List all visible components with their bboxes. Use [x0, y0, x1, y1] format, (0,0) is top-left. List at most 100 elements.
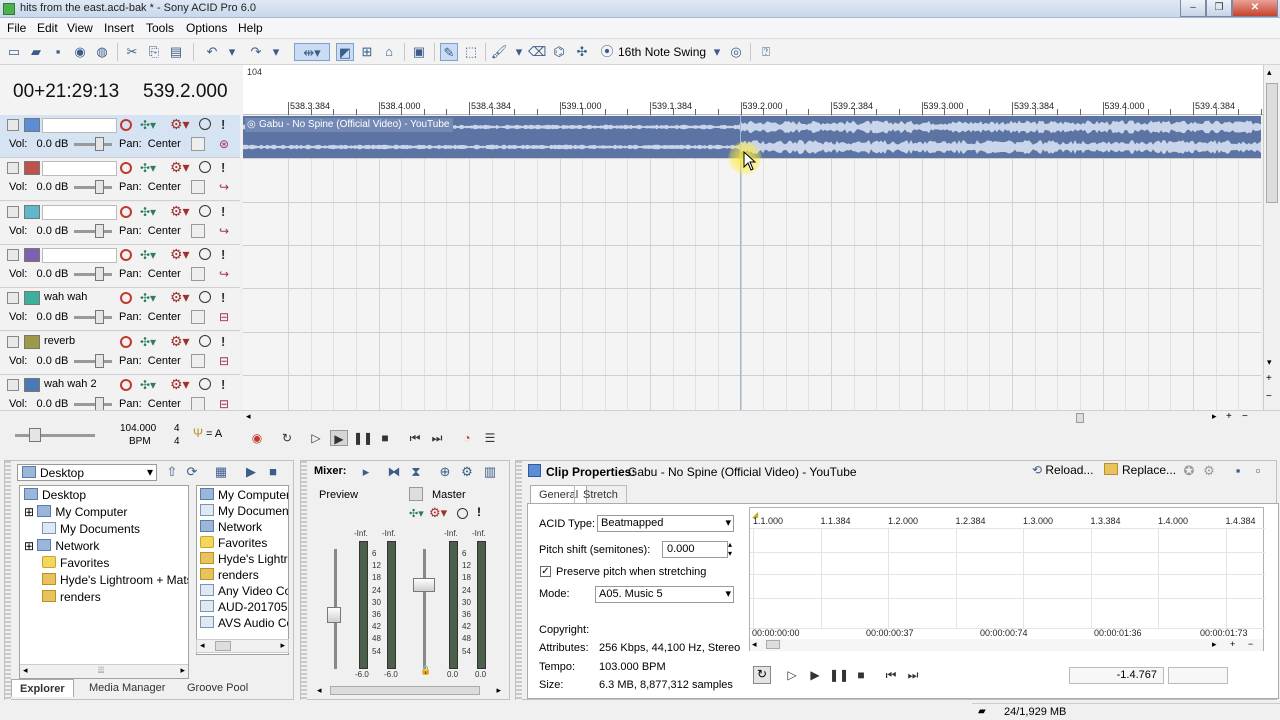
- file-list-item[interactable]: Hyde's Lightroom: [200, 552, 288, 566]
- mixer-narrow-icon[interactable]: ⧓: [385, 463, 403, 481]
- tree-item-my-documents[interactable]: My Documents: [42, 522, 140, 536]
- minus-box-icon[interactable]: ⊟: [219, 310, 229, 324]
- mute-icon[interactable]: [199, 118, 211, 130]
- minus-box-icon[interactable]: ⊟: [219, 354, 229, 368]
- zoom-in-vertical-icon[interactable]: +: [1266, 373, 1272, 384]
- clip-edit-icon[interactable]: ⚙: [1200, 462, 1218, 480]
- mixing-console-icon[interactable]: ☰: [481, 430, 499, 446]
- track-name-field[interactable]: wah wah: [42, 291, 117, 306]
- track-name-field[interactable]: [42, 204, 117, 220]
- menu-file[interactable]: File: [7, 21, 26, 35]
- reload-button[interactable]: ⟲ Reload...: [1032, 463, 1093, 477]
- mute-icon[interactable]: [199, 247, 211, 260]
- track-fx-icon[interactable]: ✣▾: [140, 335, 156, 349]
- play-icon[interactable]: ▶: [330, 430, 348, 446]
- tempo-value[interactable]: 104.000: [120, 423, 156, 434]
- track-header[interactable]: ✣▾ ⚙▾! Vol: 0.0 dB Pan: Center ↪: [0, 158, 240, 202]
- zoom-in-horizontal-icon[interactable]: +: [1226, 411, 1232, 422]
- track-header[interactable]: ✣▾ ⚙▾! Vol: 0.0 dB Pan: Center ↪: [0, 244, 240, 288]
- track-header[interactable]: ✣▾ ⚙▾! Vol: 0.0 dB Pan: Center ↪: [0, 201, 240, 245]
- clip-beatmap-graph[interactable]: ◢ 1.1.000 1.1.384 1.2.000 1.2.384 1.3.000 1.3…: [749, 507, 1265, 651]
- explorer-stop-icon[interactable]: ■: [264, 463, 282, 481]
- tab-groove-pool[interactable]: Groove Pool: [179, 679, 256, 697]
- time-signature-top[interactable]: 4: [174, 423, 180, 434]
- render-icon[interactable]: ◉: [71, 43, 89, 61]
- file-list-item[interactable]: renders: [200, 568, 259, 582]
- menu-edit[interactable]: Edit: [37, 21, 58, 35]
- envelope-tool-icon[interactable]: ⌬: [550, 43, 568, 61]
- paste-icon[interactable]: ▤: [167, 43, 185, 61]
- draw-tool-icon[interactable]: ✎: [440, 43, 458, 61]
- track-color-swatch[interactable]: [24, 118, 40, 132]
- refresh-icon[interactable]: ⟳: [183, 463, 201, 481]
- track-fx-icon[interactable]: ✣▾: [140, 248, 156, 262]
- track-name-field[interactable]: [42, 247, 117, 263]
- tree-item-my-computer[interactable]: ⊞ My Computer: [24, 505, 127, 519]
- track-fx-icon[interactable]: ✣▾: [140, 291, 156, 305]
- tree-item-network[interactable]: ⊞ Network: [24, 539, 99, 553]
- timeline-horizontal-scrollbar[interactable]: ◂ ▸ + −: [243, 411, 1263, 425]
- track-name-field[interactable]: [42, 118, 117, 133]
- hscroll-thumb[interactable]: [1076, 413, 1084, 423]
- master-mute-icon[interactable]: [457, 508, 468, 519]
- file-list-item[interactable]: My Computer: [200, 488, 288, 502]
- clip-preview-stop-icon[interactable]: ■: [852, 667, 870, 683]
- clip-preview-end-icon[interactable]: ⏭: [904, 667, 922, 683]
- arrow-icon[interactable]: ↪: [219, 267, 229, 281]
- track-color-swatch[interactable]: [24, 204, 40, 219]
- track-pan-knob[interactable]: [191, 353, 205, 368]
- track-volume-knob[interactable]: [95, 353, 104, 368]
- loop-icon[interactable]: ↻: [278, 430, 296, 446]
- track-header[interactable]: ✣▾ ⚙▾! Vol: 0.0 dB Pan: Center ⊛: [0, 115, 240, 158]
- properties-icon[interactable]: ◍: [93, 43, 111, 61]
- track-pan-knob[interactable]: [191, 180, 205, 195]
- solo-icon[interactable]: !: [221, 290, 225, 305]
- zoom-tool-icon[interactable]: ✣: [573, 43, 591, 61]
- tree-item-favorites[interactable]: Favorites: [42, 556, 109, 570]
- insert-soft-synth-icon[interactable]: ▥: [481, 463, 499, 481]
- track-volume-slider[interactable]: [74, 272, 112, 276]
- track-volume-knob[interactable]: [95, 223, 104, 238]
- copy-icon[interactable]: ⎘: [145, 43, 163, 61]
- timeline-ruler[interactable]: 104 538.3.384 538.4.000 538.4.384 539.1.000…: [243, 65, 1263, 115]
- view-icon[interactable]: ▦: [212, 463, 230, 481]
- tab-explorer[interactable]: Explorer: [11, 679, 74, 697]
- track-volume-knob[interactable]: [95, 310, 104, 325]
- time-signature-bottom[interactable]: 4: [174, 436, 180, 447]
- scroll-thumb[interactable]: [1266, 83, 1278, 203]
- track-expand-icon[interactable]: [7, 205, 19, 218]
- track-volume-slider[interactable]: [74, 186, 112, 190]
- metronome-icon[interactable]: ◔: [458, 430, 476, 446]
- replace-button[interactable]: Replace...: [1104, 463, 1176, 477]
- groove-settings-icon[interactable]: ◎: [727, 43, 745, 61]
- menu-insert[interactable]: Insert: [104, 21, 134, 35]
- go-to-start-icon[interactable]: ⏮: [406, 430, 424, 446]
- solo-icon[interactable]: !: [221, 247, 225, 262]
- graph-hscrollbar[interactable]: ◂ ▸ + −: [750, 639, 1263, 651]
- track-name-field[interactable]: reverb: [42, 335, 117, 350]
- whats-this-help-icon[interactable]: ⍰: [757, 43, 775, 61]
- track-fx-icon[interactable]: ✣▾: [140, 378, 156, 392]
- clip-preview-start-icon[interactable]: ⏮: [882, 667, 900, 683]
- mute-icon[interactable]: [199, 291, 211, 304]
- record-arm-icon[interactable]: [120, 162, 132, 175]
- mixer-menu-icon[interactable]: ▸: [357, 463, 375, 481]
- track-expand-icon[interactable]: [7, 292, 19, 305]
- solo-icon[interactable]: !: [221, 117, 225, 132]
- scroll-down-icon[interactable]: ▾: [1267, 357, 1272, 368]
- track-pan-knob[interactable]: [191, 396, 205, 410]
- groove-dropdown-icon[interactable]: ▾: [708, 43, 726, 61]
- tree-item-lightroom[interactable]: Hyde's Lightroom + Mats: [42, 573, 188, 587]
- record-arm-icon[interactable]: [120, 378, 132, 391]
- track-header[interactable]: wah wah 2 ✣▾ ⚙▾! Vol: 0.0 dB Pan: Center ⊟: [0, 374, 240, 410]
- record-arm-icon[interactable]: [120, 292, 132, 305]
- maximize-button[interactable]: ❐: [1206, 0, 1232, 17]
- record-arm-icon[interactable]: [120, 119, 132, 131]
- pitch-shift-input[interactable]: 0.000: [662, 541, 728, 558]
- track-pan-knob[interactable]: [191, 137, 205, 151]
- track-gear-icon[interactable]: ⚙▾: [170, 159, 190, 176]
- insert-fx-icon[interactable]: ⚙: [458, 463, 476, 481]
- track-fx-icon[interactable]: ✣▾: [140, 161, 156, 175]
- selection-tool-icon[interactable]: ⬚: [462, 43, 480, 61]
- solo-icon[interactable]: !: [221, 204, 225, 219]
